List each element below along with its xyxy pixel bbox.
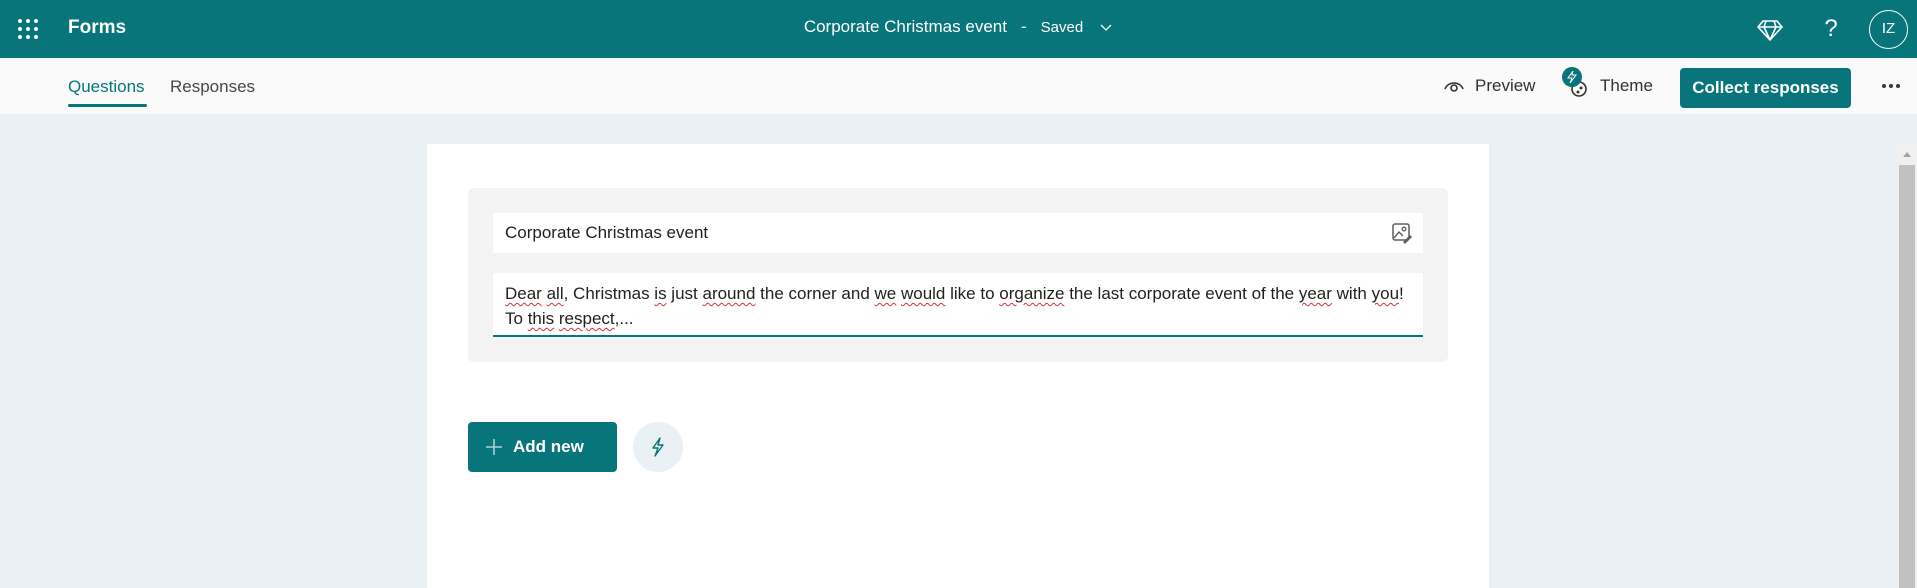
spellcheck-flagged-word[interactable]: is: [654, 284, 666, 303]
description-text-segment: just: [666, 284, 703, 303]
collect-responses-button[interactable]: Collect responses: [1680, 68, 1851, 108]
eye-icon: [1444, 82, 1464, 92]
sub-navigation: Questions Responses Preview Theme Collec…: [0, 58, 1917, 114]
add-new-label: Add new: [513, 437, 584, 456]
avatar[interactable]: IZ: [1869, 10, 1908, 49]
spellcheck-flagged-word[interactable]: Dear: [505, 284, 542, 303]
insert-image-icon[interactable]: [1391, 222, 1413, 244]
preview-button[interactable]: Preview: [1443, 71, 1535, 101]
form-card: Corporate Christmas event Dear all, Chri…: [427, 144, 1489, 588]
spellcheck-flagged-word[interactable]: year: [1299, 284, 1332, 303]
description-text-segment: with: [1331, 284, 1372, 303]
tab-responses[interactable]: Responses: [170, 77, 255, 97]
spellcheck-flagged-word[interactable]: would: [901, 284, 945, 303]
lightning-badge-icon: [1562, 67, 1582, 87]
theme-button[interactable]: Theme: [1562, 67, 1653, 101]
lightning-suggestions-button[interactable]: [633, 422, 683, 472]
spellcheck-flagged-word[interactable]: around: [702, 284, 755, 303]
spellcheck-flagged-word[interactable]: respect: [559, 309, 615, 328]
plus-icon: [486, 439, 502, 455]
top-bar: Forms Corporate Christmas event - Saved …: [0, 0, 1917, 58]
scroll-up-arrow-icon[interactable]: [1897, 144, 1917, 165]
help-icon[interactable]: ?: [1817, 15, 1845, 43]
more-options-icon[interactable]: [1878, 80, 1904, 92]
add-new-button[interactable]: Add new: [468, 422, 617, 472]
description-text-segment: ,...: [614, 309, 634, 328]
form-description-input[interactable]: Dear all, Christmas is just around the c…: [493, 273, 1423, 337]
vertical-scrollbar[interactable]: [1897, 144, 1917, 588]
spellcheck-flagged-word[interactable]: all: [547, 284, 564, 303]
description-text-segment: , Christmas: [563, 284, 655, 303]
active-tab-indicator: [68, 104, 147, 107]
preview-label: Preview: [1475, 76, 1536, 95]
document-title: Corporate Christmas event: [803, 17, 1007, 36]
spellcheck-flagged-word[interactable]: organize: [999, 284, 1064, 303]
spellcheck-flagged-word[interactable]: you: [1372, 284, 1399, 303]
form-title-input[interactable]: Corporate Christmas event: [493, 213, 1423, 253]
description-text-segment: the last corporate event of the: [1064, 284, 1299, 303]
description-text-segment: the corner and: [755, 284, 875, 303]
theme-label: Theme: [1600, 76, 1653, 95]
title-separator: -: [1020, 17, 1027, 36]
tab-questions[interactable]: Questions: [68, 77, 145, 97]
spellcheck-flagged-word[interactable]: this: [528, 309, 554, 328]
chevron-down-icon: [1100, 24, 1112, 31]
form-description-text: Dear all, Christmas is just around the c…: [505, 284, 1404, 328]
document-title-area: Corporate Christmas event - Saved: [0, 17, 1917, 37]
document-title-button[interactable]: Corporate Christmas event - Saved: [804, 17, 1113, 37]
spellcheck-flagged-word[interactable]: we: [875, 284, 897, 303]
diamond-icon[interactable]: [1756, 15, 1784, 43]
lightning-icon: [652, 437, 664, 457]
scrollbar-thumb[interactable]: [1899, 165, 1915, 588]
description-text-segment: like to: [945, 284, 1000, 303]
form-header-section: Corporate Christmas event Dear all, Chri…: [468, 188, 1448, 362]
save-status: Saved: [1040, 18, 1084, 36]
form-title-text: Corporate Christmas event: [505, 223, 709, 242]
palette-icon: [1562, 67, 1590, 101]
